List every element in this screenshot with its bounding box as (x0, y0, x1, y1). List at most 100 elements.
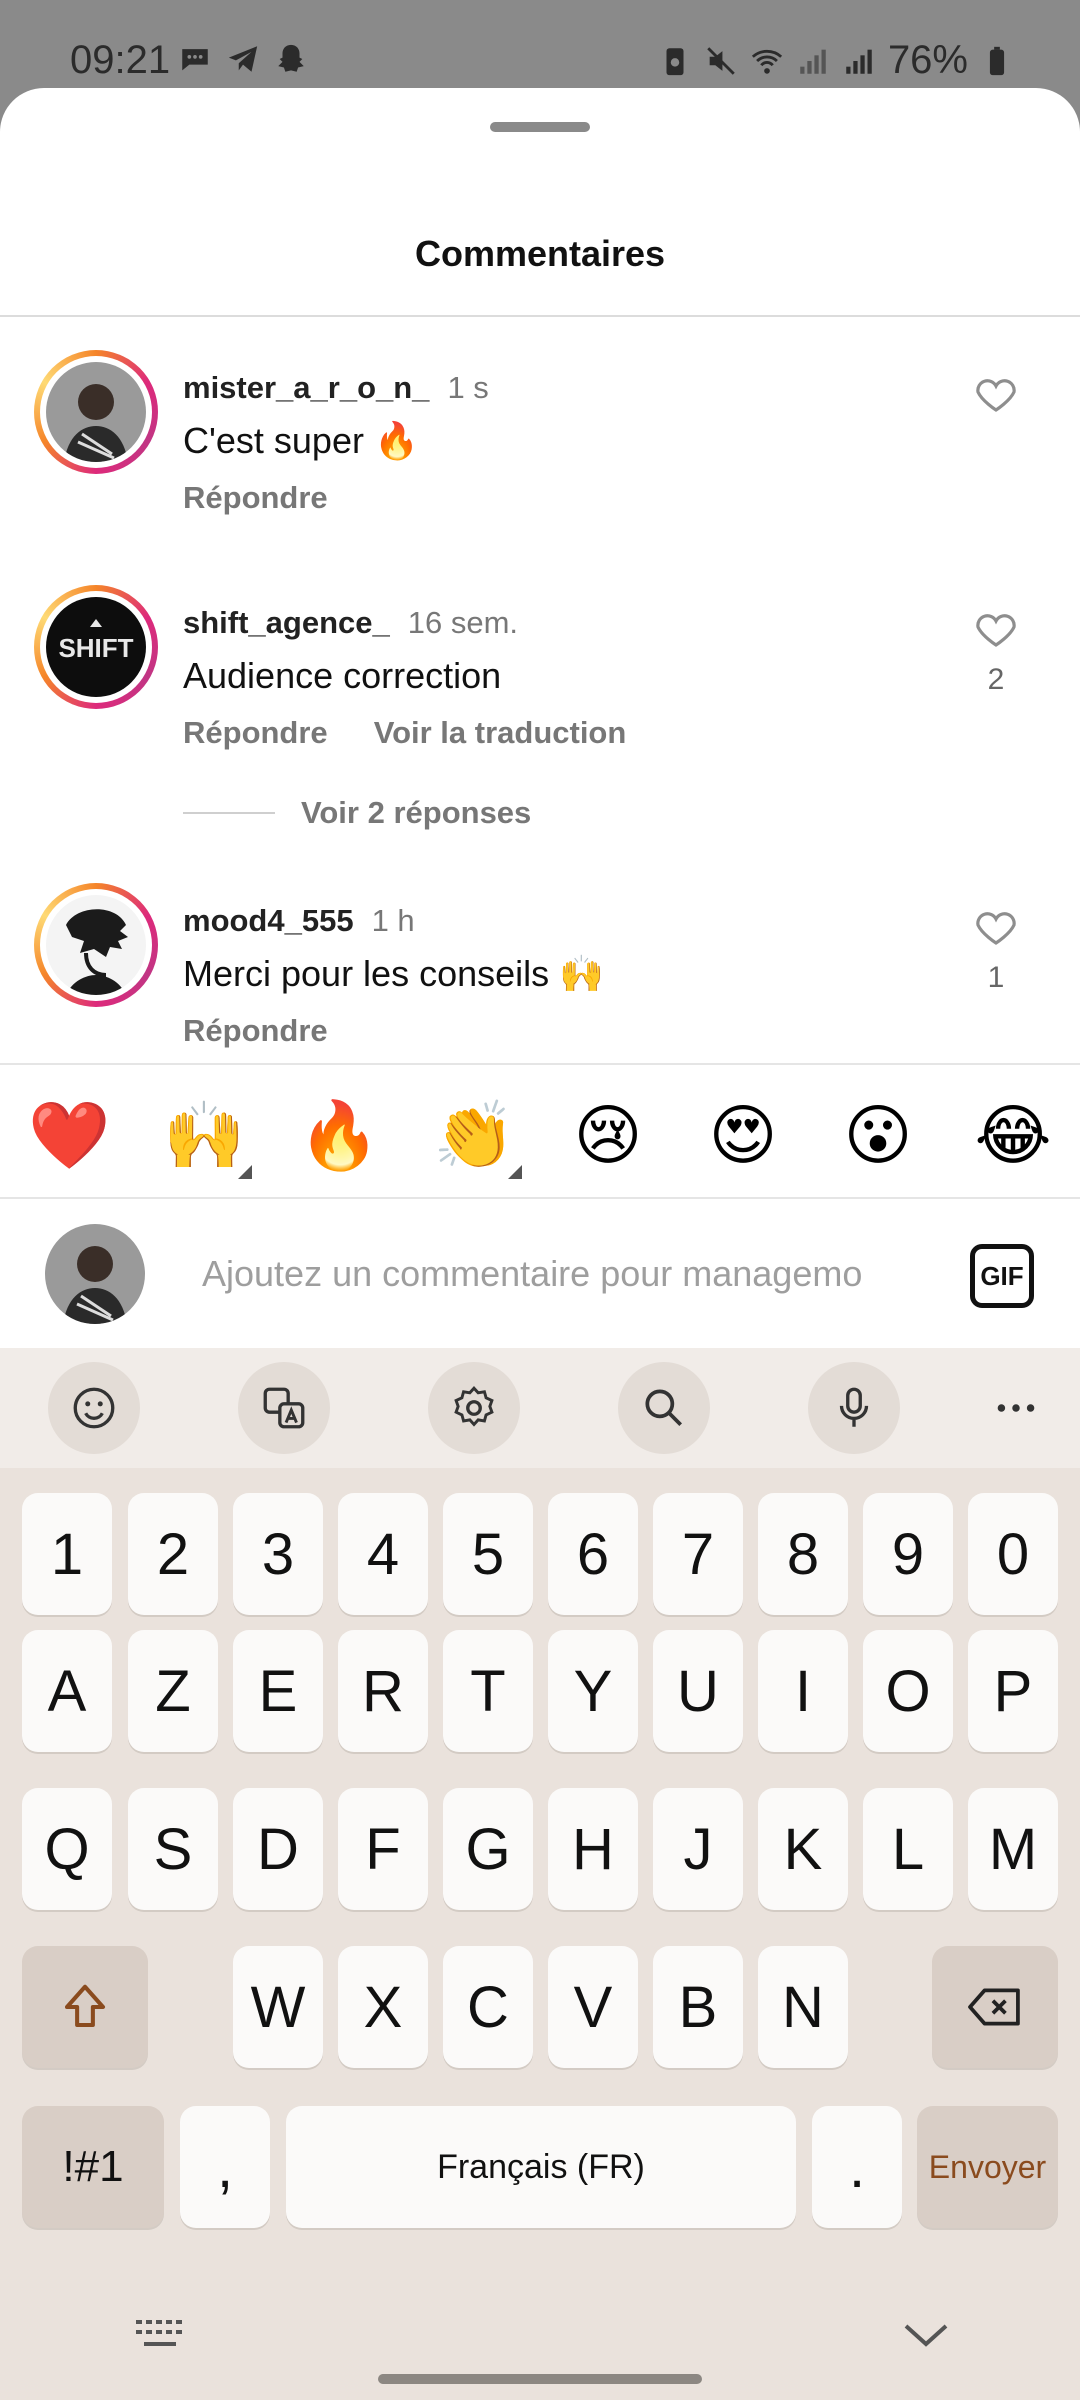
key-3[interactable]: 3 (233, 1493, 323, 1615)
key-m[interactable]: M (968, 1788, 1058, 1910)
comma-key[interactable]: , (180, 2106, 270, 2228)
key-l[interactable]: L (863, 1788, 953, 1910)
key-y[interactable]: Y (548, 1630, 638, 1752)
chevron-down-icon[interactable] (900, 2314, 952, 2354)
avatar[interactable]: SHIFT (34, 585, 158, 709)
comment-actions: Répondre (183, 1013, 328, 1049)
more-icon[interactable] (970, 1362, 1062, 1454)
like-count: 1 (987, 961, 1005, 994)
status-time: 09:21 (70, 38, 171, 82)
key-v[interactable]: V (548, 1946, 638, 2068)
reply-button[interactable]: Répondre (183, 715, 328, 751)
keyboard-toolbar (0, 1348, 1080, 1468)
key-a[interactable]: A (22, 1630, 112, 1752)
key-c[interactable]: C (443, 1946, 533, 2068)
like-count: 2 (987, 663, 1005, 696)
keyboard: 1 2 3 4 5 6 7 8 9 0 A Z E R T Y U I O P … (0, 1348, 1080, 2400)
comment-time: 16 sem. (407, 605, 519, 640)
keyboard-switch-icon[interactable] (134, 2314, 190, 2354)
emoji-quick-bar: ❤️ 🙌 🔥 👏 😢 😍 😮 😂 (0, 1063, 1080, 1199)
like-heart-icon[interactable] (970, 370, 1022, 418)
key-q[interactable]: Q (22, 1788, 112, 1910)
comment-username[interactable]: mood4_555 1 h (183, 903, 415, 939)
replies-line (183, 812, 275, 814)
key-z[interactable]: Z (128, 1630, 218, 1752)
like-heart-icon[interactable] (970, 903, 1022, 951)
current-user-avatar (45, 1224, 145, 1324)
view-replies-label[interactable]: Voir 2 réponses (301, 795, 531, 831)
key-8[interactable]: 8 (758, 1493, 848, 1615)
key-s[interactable]: S (128, 1788, 218, 1910)
space-key[interactable]: Français (FR) (286, 2106, 796, 2228)
key-w[interactable]: W (233, 1946, 323, 2068)
skin-tone-indicator (508, 1165, 522, 1179)
key-u[interactable]: U (653, 1630, 743, 1752)
username-text[interactable]: shift_agence_ (183, 605, 390, 640)
key-1[interactable]: 1 (22, 1493, 112, 1615)
search-icon[interactable] (618, 1362, 710, 1454)
key-g[interactable]: G (443, 1788, 533, 1910)
comment-username[interactable]: mister_a_r_o_n_ 1 s (183, 370, 489, 406)
username-text[interactable]: mood4_555 (183, 903, 354, 938)
period-key[interactable]: . (812, 2106, 902, 2228)
comment-username[interactable]: shift_agence_ 16 sem. (183, 605, 518, 641)
sheet-title: Commentaires (414, 233, 666, 274)
username-text[interactable]: mister_a_r_o_n_ (183, 370, 429, 405)
shift-key[interactable] (22, 1946, 148, 2068)
key-t[interactable]: T (443, 1630, 533, 1752)
comment-input-row: GIF (0, 1200, 1080, 1348)
emoji-clap-button[interactable]: 👏 (433, 1095, 515, 1175)
key-5[interactable]: 5 (443, 1493, 533, 1615)
key-o[interactable]: O (863, 1630, 953, 1752)
microphone-icon[interactable] (808, 1362, 900, 1454)
view-replies-button[interactable]: Voir 2 réponses (183, 795, 531, 831)
key-j[interactable]: J (653, 1788, 743, 1910)
key-x[interactable]: X (338, 1946, 428, 2068)
key-i[interactable]: I (758, 1630, 848, 1752)
comment-time: 1 s (447, 370, 489, 405)
key-2[interactable]: 2 (128, 1493, 218, 1615)
see-translation-button[interactable]: Voir la traduction (374, 715, 627, 751)
key-k[interactable]: K (758, 1788, 848, 1910)
key-9[interactable]: 9 (863, 1493, 953, 1615)
key-p[interactable]: P (968, 1630, 1058, 1752)
reply-button[interactable]: Répondre (183, 480, 328, 516)
backspace-key[interactable] (932, 1946, 1058, 2068)
comment-actions: Répondre (183, 480, 328, 516)
skin-tone-indicator (238, 1165, 252, 1179)
emoji-heart-button[interactable]: ❤️ (28, 1095, 110, 1175)
key-7[interactable]: 7 (653, 1493, 743, 1615)
key-r[interactable]: R (338, 1630, 428, 1752)
key-e[interactable]: E (233, 1630, 323, 1752)
emoji-heart-eyes-button[interactable]: 😍 (703, 1095, 783, 1175)
emoji-crying-button[interactable]: 😢 (568, 1095, 648, 1175)
avatar-image (46, 362, 146, 462)
send-key[interactable]: Envoyer (917, 2106, 1058, 2228)
emoji-surprised-button[interactable]: 😮 (838, 1095, 918, 1175)
emoji-raised-hands-button[interactable]: 🙌 (163, 1095, 245, 1175)
gif-button[interactable]: GIF (970, 1244, 1034, 1308)
key-6[interactable]: 6 (548, 1493, 638, 1615)
key-4[interactable]: 4 (338, 1493, 428, 1615)
avatar[interactable] (34, 350, 158, 474)
mute-icon (707, 46, 735, 75)
key-d[interactable]: D (233, 1788, 323, 1910)
reply-button[interactable]: Répondre (183, 1013, 328, 1049)
translate-icon[interactable] (238, 1362, 330, 1454)
key-0[interactable]: 0 (968, 1493, 1058, 1615)
key-b[interactable]: B (653, 1946, 743, 2068)
backspace-icon (968, 1988, 1020, 2026)
key-n[interactable]: N (758, 1946, 848, 2068)
emoji-fire-button[interactable]: 🔥 (298, 1095, 380, 1175)
home-gesture-bar[interactable] (378, 2374, 702, 2384)
avatar[interactable] (34, 883, 158, 1007)
key-f[interactable]: F (338, 1788, 428, 1910)
sheet-drag-handle[interactable] (490, 122, 590, 132)
key-h[interactable]: H (548, 1788, 638, 1910)
comment-input[interactable] (202, 1246, 932, 1302)
emoji-laughing-button[interactable]: 😂 (973, 1095, 1053, 1175)
settings-icon[interactable] (428, 1362, 520, 1454)
like-heart-icon[interactable] (970, 605, 1022, 653)
symbols-key[interactable]: !#1 (22, 2106, 164, 2228)
emoji-icon[interactable] (48, 1362, 140, 1454)
